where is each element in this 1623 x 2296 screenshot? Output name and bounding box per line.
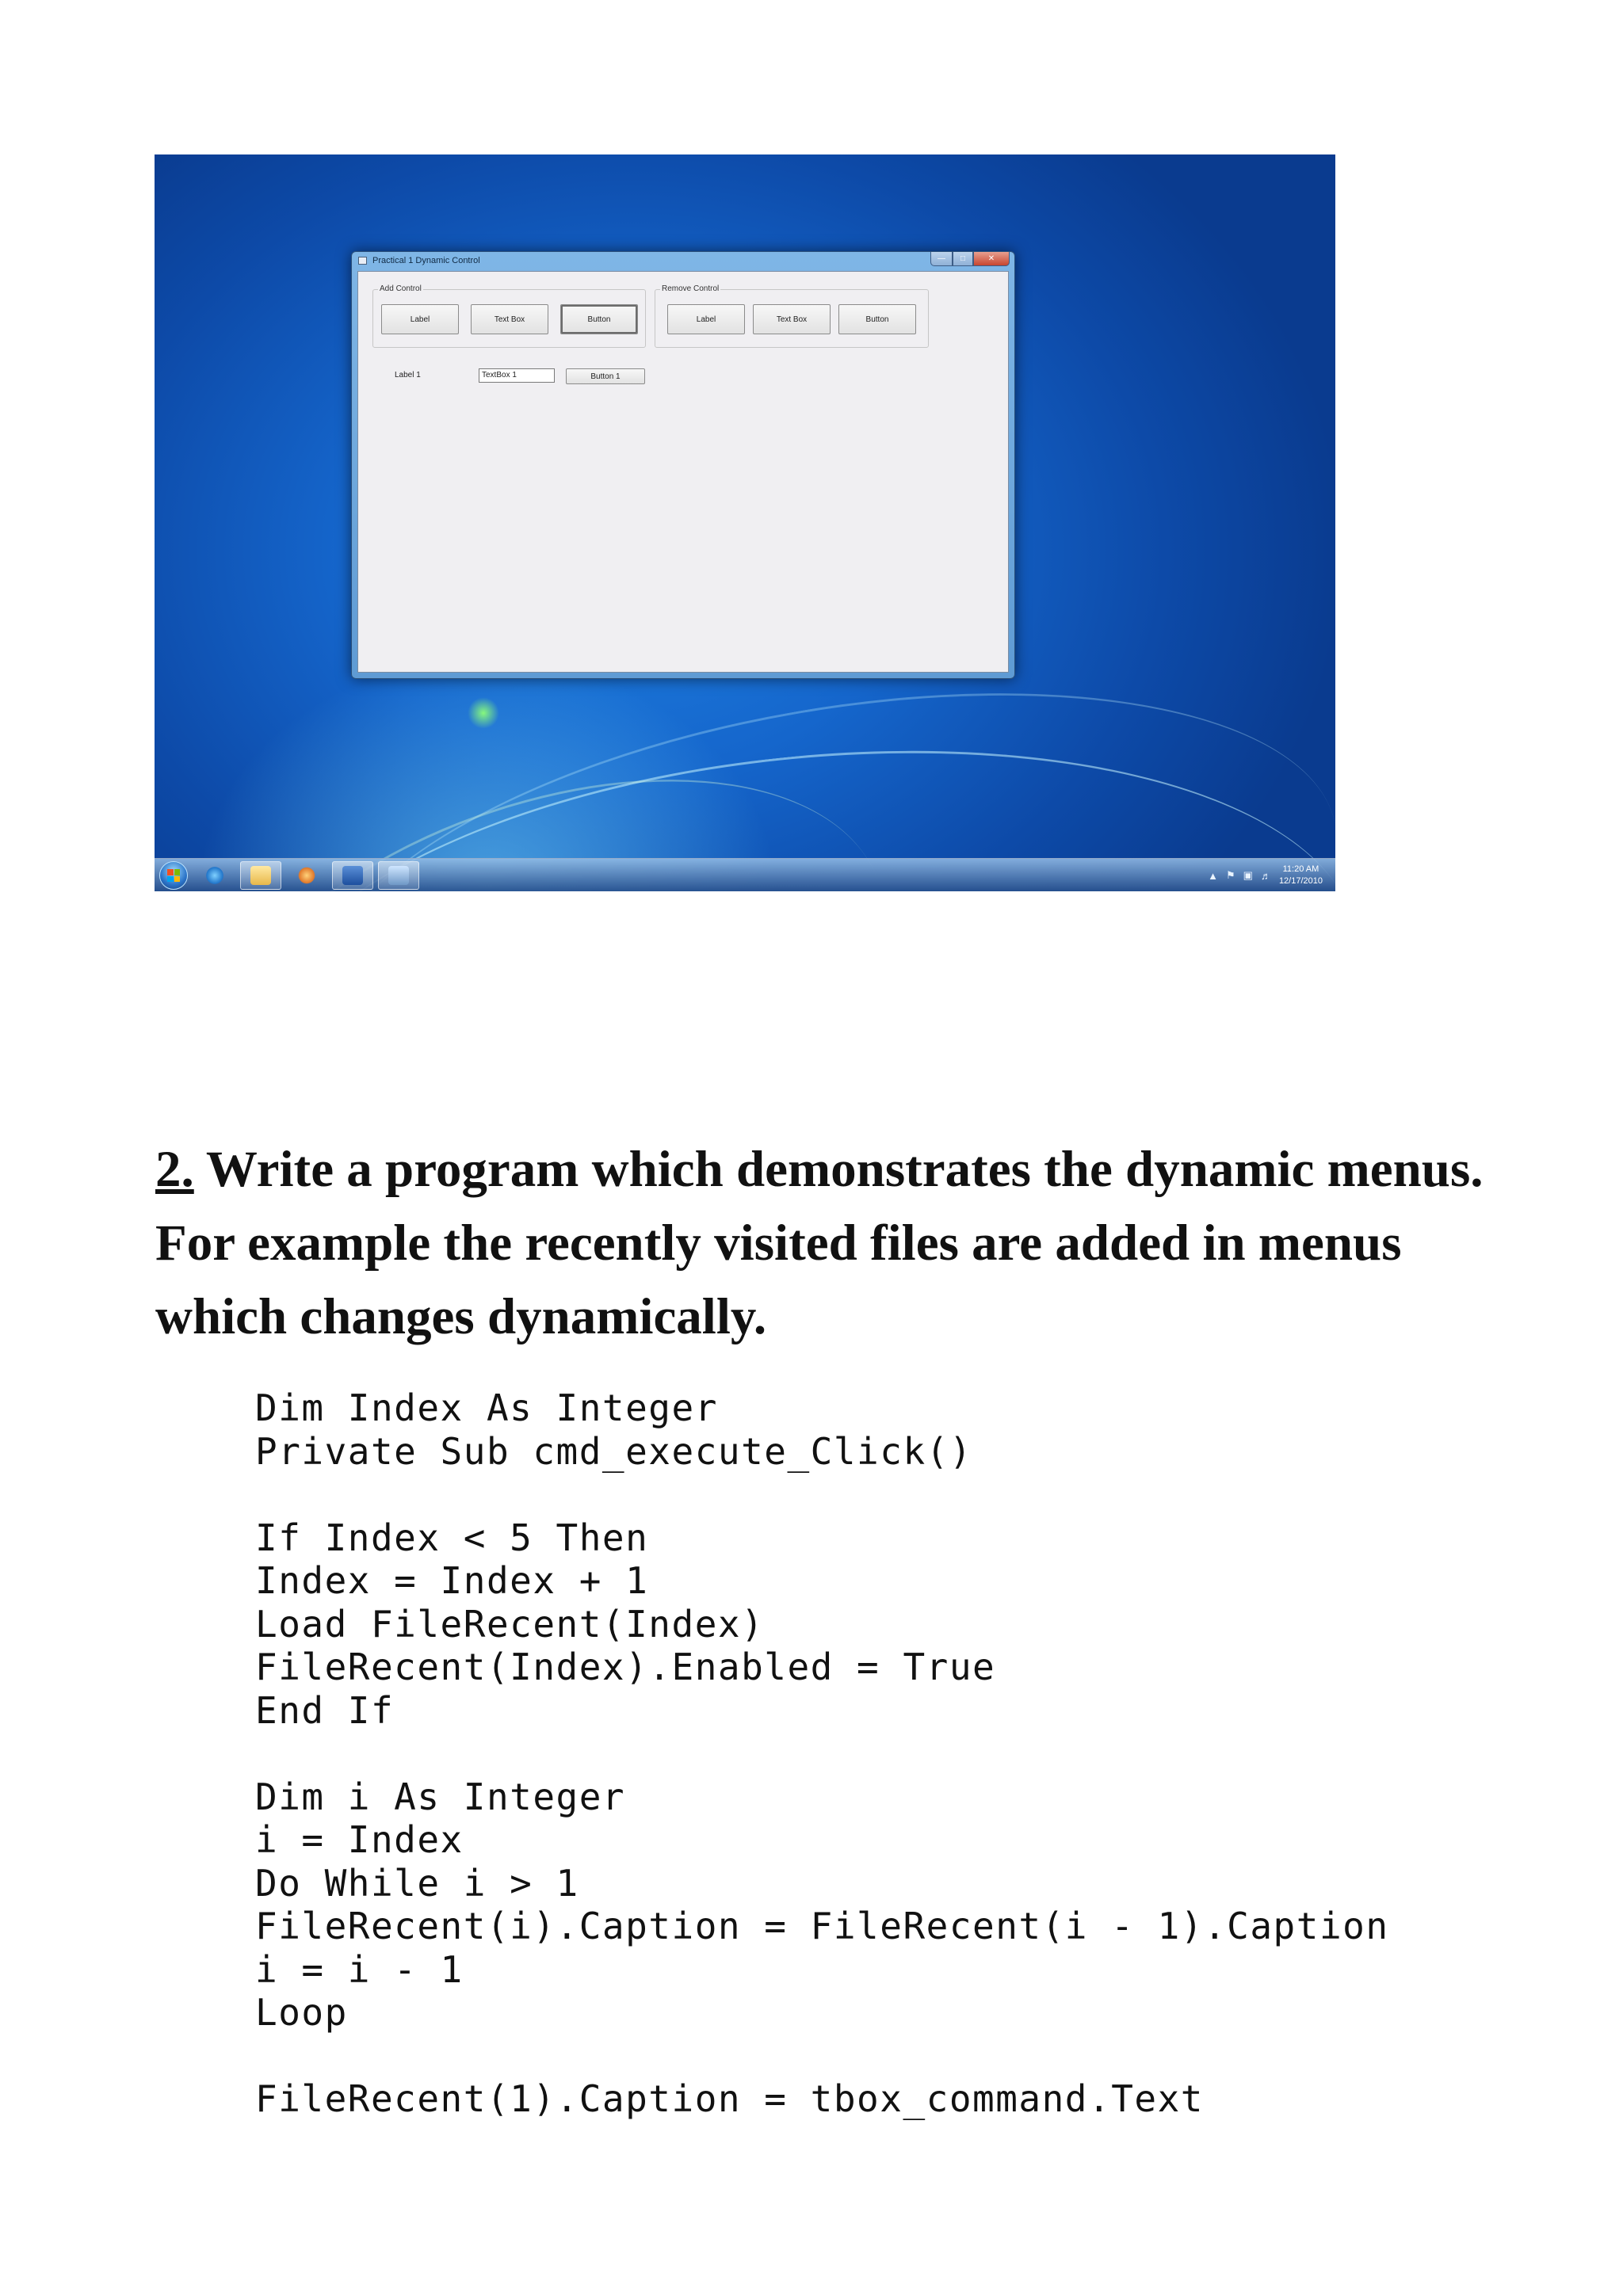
add-button-button[interactable]: Button (560, 304, 638, 334)
dynamic-textbox[interactable]: TextBox 1 (479, 368, 555, 383)
remove-textbox-button[interactable]: Text Box (753, 304, 831, 334)
media-player-icon (296, 866, 317, 885)
add-textbox-button[interactable]: Text Box (471, 304, 548, 334)
remove-control-group: Remove Control Label Text Box Button (655, 284, 929, 348)
code-line: i = i - 1 (255, 1947, 464, 1991)
code-line: End If (255, 1688, 395, 1732)
network-icon[interactable]: ▣ (1243, 869, 1253, 882)
minimize-icon: — (938, 254, 945, 263)
remove-control-legend: Remove Control (660, 284, 721, 294)
taskbar-clock[interactable]: 11:20 AM 12/17/2010 (1279, 864, 1323, 887)
remove-label-button[interactable]: Label (667, 304, 745, 334)
close-icon: ✕ (987, 254, 995, 263)
clock-time: 11:20 AM (1282, 864, 1319, 874)
add-control-legend: Add Control (378, 284, 423, 294)
code-line: i = Index (255, 1818, 464, 1861)
code-line: Do While i > 1 (255, 1861, 579, 1905)
code-line: FileRecent(Index).Enabled = True (255, 1646, 996, 1688)
folder-icon (250, 866, 271, 885)
code-block: Dim Index As Integer Private Sub cmd_exec… (255, 1386, 1389, 2121)
show-hidden-icons-icon[interactable]: ▲ (1208, 870, 1218, 882)
taskbar-internet-explorer[interactable] (194, 861, 235, 890)
vb6-app-icon (388, 866, 409, 885)
desktop-screenshot: Practical 1 Dynamic Control — □ ✕ Add Co… (155, 154, 1335, 891)
window-controls: — □ ✕ (930, 252, 1010, 266)
minimize-button[interactable]: — (930, 252, 953, 266)
wallpaper-logo-glow (468, 697, 499, 729)
question-text: Write a program which demonstrates the d… (155, 1141, 1484, 1345)
window-app-icon (358, 257, 367, 265)
code-line: FileRecent(1).Caption = tbox_command.Tex… (255, 2077, 1204, 2120)
code-line: Dim Index As Integer (255, 1386, 718, 1429)
action-center-flag-icon[interactable]: ⚑ (1226, 869, 1235, 882)
taskbar-word[interactable] (332, 861, 373, 890)
dynamic-label: Label 1 (395, 371, 421, 379)
system-tray: ▲ ⚑ ▣ ♬ 11:20 AM 12/17/2010 (1208, 859, 1323, 891)
word-icon (342, 866, 363, 885)
app-window: Practical 1 Dynamic Control — □ ✕ Add Co… (351, 251, 1015, 679)
internet-explorer-icon (204, 866, 225, 885)
code-line: If Index < 5 Then (255, 1516, 649, 1559)
taskbar-vb-app[interactable] (378, 861, 419, 890)
taskbar-media-player[interactable] (286, 861, 327, 890)
window-title: Practical 1 Dynamic Control (372, 256, 480, 265)
remove-button-button[interactable]: Button (838, 304, 916, 334)
code-line: Index = Index + 1 (255, 1559, 649, 1602)
windows-logo-icon (167, 869, 180, 882)
add-label-button[interactable]: Label (381, 304, 459, 334)
maximize-icon: □ (960, 254, 966, 263)
volume-icon[interactable]: ♬ (1261, 870, 1271, 882)
dynamic-button[interactable]: Button 1 (566, 368, 645, 384)
question-number: 2. (155, 1141, 194, 1198)
taskbar-windows-explorer[interactable] (240, 861, 281, 890)
close-button[interactable]: ✕ (973, 252, 1010, 266)
code-line: FileRecent(i).Caption = FileRecent(i - 1… (255, 1905, 1389, 1947)
maximize-button[interactable]: □ (953, 252, 973, 266)
code-line: Private Sub cmd_execute_Click() (255, 1429, 973, 1473)
code-line: Dim i As Integer (255, 1775, 626, 1818)
code-line: Loop (255, 1991, 348, 2034)
question-heading: 2. Write a program which demonstrates th… (155, 1133, 1503, 1354)
clock-date: 12/17/2010 (1278, 876, 1323, 886)
window-client-area: Add Control Label Text Box Button Remove… (357, 271, 1009, 673)
code-line: Load FileRecent(Index) (255, 1602, 765, 1646)
add-control-group: Add Control Label Text Box Button (372, 284, 646, 348)
window-titlebar[interactable]: Practical 1 Dynamic Control — □ ✕ (352, 252, 1014, 271)
start-button[interactable] (159, 861, 188, 890)
taskbar: ▲ ⚑ ▣ ♬ 11:20 AM 12/17/2010 (155, 858, 1335, 891)
